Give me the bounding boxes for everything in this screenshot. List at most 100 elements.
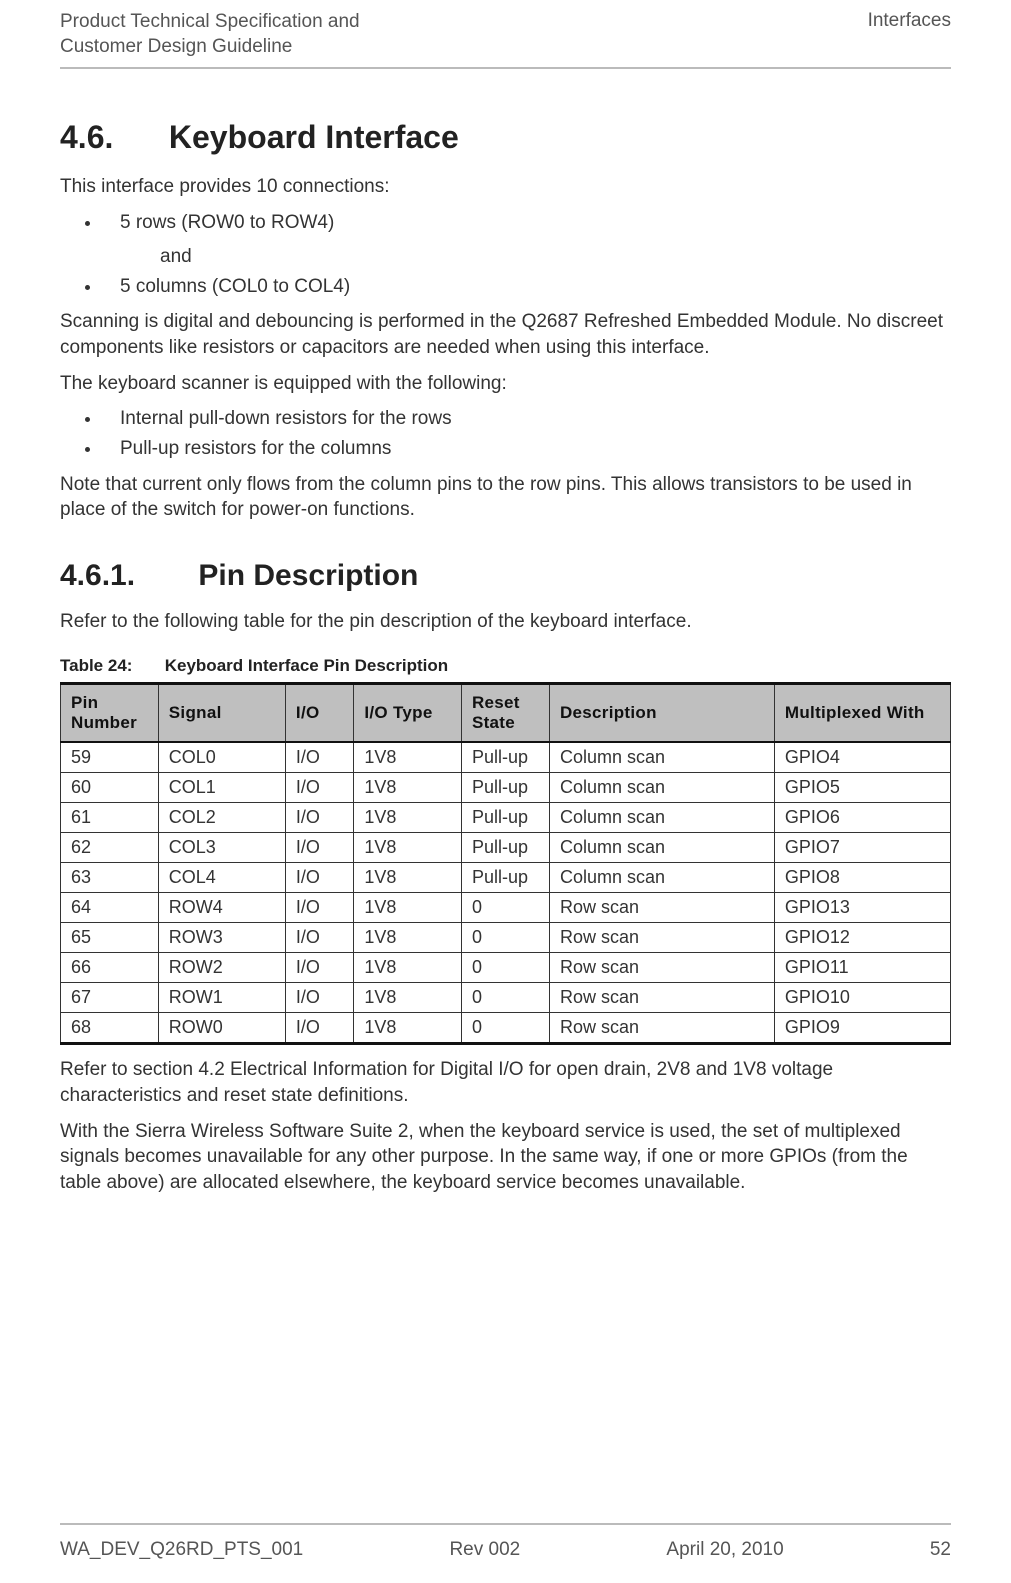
para-scanning: Scanning is digital and debouncing is pe… bbox=[60, 309, 951, 360]
bullet-list-3: Internal pull-down resistors for the row… bbox=[102, 406, 951, 461]
th-iotype: I/O Type bbox=[354, 684, 462, 743]
cell-signal: COL1 bbox=[158, 773, 285, 803]
cell-io: I/O bbox=[285, 1013, 353, 1044]
cell-iotype: 1V8 bbox=[354, 773, 462, 803]
cell-pin: 65 bbox=[61, 923, 159, 953]
and-word: and bbox=[160, 246, 951, 268]
cell-mux: GPIO7 bbox=[774, 833, 950, 863]
cell-mux: GPIO12 bbox=[774, 923, 950, 953]
cell-iotype: 1V8 bbox=[354, 953, 462, 983]
footer-doc-id: WA_DEV_Q26RD_PTS_001 bbox=[60, 1539, 303, 1561]
cell-pin: 68 bbox=[61, 1013, 159, 1044]
th-mux: Multiplexed With bbox=[774, 684, 950, 743]
cell-mux: GPIO11 bbox=[774, 953, 950, 983]
cell-pin: 64 bbox=[61, 893, 159, 923]
cell-iotype: 1V8 bbox=[354, 742, 462, 773]
cell-signal: COL2 bbox=[158, 803, 285, 833]
section-heading-4-6: 4.6. Keyboard Interface bbox=[60, 119, 951, 156]
table-row: 67ROW1I/O1V80Row scanGPIO10 bbox=[61, 983, 951, 1013]
cell-signal: COL4 bbox=[158, 863, 285, 893]
cell-signal: ROW3 bbox=[158, 923, 285, 953]
footer-date: April 20, 2010 bbox=[666, 1539, 783, 1561]
cell-desc: Column scan bbox=[549, 863, 774, 893]
cell-desc: Column scan bbox=[549, 803, 774, 833]
cell-signal: ROW1 bbox=[158, 983, 285, 1013]
table-body: 59COL0I/O1V8Pull-upColumn scanGPIO460COL… bbox=[61, 742, 951, 1044]
cell-io: I/O bbox=[285, 742, 353, 773]
th-io: I/O bbox=[285, 684, 353, 743]
cell-pin: 63 bbox=[61, 863, 159, 893]
cell-signal: ROW2 bbox=[158, 953, 285, 983]
cell-pin: 67 bbox=[61, 983, 159, 1013]
after-table-para1: Refer to section 4.2 Electrical Informat… bbox=[60, 1057, 951, 1108]
table-row: 59COL0I/O1V8Pull-upColumn scanGPIO4 bbox=[61, 742, 951, 773]
cell-desc: Column scan bbox=[549, 742, 774, 773]
cell-reset: 0 bbox=[461, 893, 549, 923]
cell-pin: 60 bbox=[61, 773, 159, 803]
th-pin: Pin Number bbox=[61, 684, 159, 743]
page-header: Product Technical Specification and Cust… bbox=[60, 10, 951, 69]
after-table-para2: With the Sierra Wireless Software Suite … bbox=[60, 1119, 951, 1196]
cell-signal: ROW0 bbox=[158, 1013, 285, 1044]
subsection-intro: Refer to the following table for the pin… bbox=[60, 609, 951, 635]
cell-iotype: 1V8 bbox=[354, 893, 462, 923]
cell-reset: Pull-up bbox=[461, 833, 549, 863]
table-row: 64ROW4I/O1V80Row scanGPIO13 bbox=[61, 893, 951, 923]
cell-reset: 0 bbox=[461, 923, 549, 953]
pin-table: Pin Number Signal I/O I/O Type Reset Sta… bbox=[60, 682, 951, 1045]
table-row: 62COL3I/O1V8Pull-upColumn scanGPIO7 bbox=[61, 833, 951, 863]
intro-text: This interface provides 10 connections: bbox=[60, 174, 951, 200]
cell-io: I/O bbox=[285, 803, 353, 833]
table-row: 68ROW0I/O1V80Row scanGPIO9 bbox=[61, 1013, 951, 1044]
cell-reset: 0 bbox=[461, 1013, 549, 1044]
cell-reset: 0 bbox=[461, 953, 549, 983]
page-footer: WA_DEV_Q26RD_PTS_001 Rev 002 April 20, 2… bbox=[60, 1523, 951, 1561]
cell-pin: 66 bbox=[61, 953, 159, 983]
cell-pin: 59 bbox=[61, 742, 159, 773]
header-right: Interfaces bbox=[868, 10, 951, 59]
cell-desc: Row scan bbox=[549, 953, 774, 983]
header-left-line1: Product Technical Specification and bbox=[60, 11, 360, 32]
cell-desc: Column scan bbox=[549, 773, 774, 803]
subsection-number: 4.6.1. bbox=[60, 559, 190, 593]
table-caption-label: Table 24: bbox=[60, 656, 160, 676]
cell-mux: GPIO10 bbox=[774, 983, 950, 1013]
cell-iotype: 1V8 bbox=[354, 803, 462, 833]
bullet-list-2: 5 columns (COL0 to COL4) bbox=[102, 274, 951, 300]
cell-iotype: 1V8 bbox=[354, 833, 462, 863]
table-header-row: Pin Number Signal I/O I/O Type Reset Sta… bbox=[61, 684, 951, 743]
subsection-title: Pin Description bbox=[198, 559, 418, 592]
header-left-line2: Customer Design Guideline bbox=[60, 36, 292, 57]
cell-desc: Row scan bbox=[549, 923, 774, 953]
cell-io: I/O bbox=[285, 773, 353, 803]
table-row: 61COL2I/O1V8Pull-upColumn scanGPIO6 bbox=[61, 803, 951, 833]
cell-io: I/O bbox=[285, 953, 353, 983]
section-heading-4-6-1: 4.6.1. Pin Description bbox=[60, 559, 951, 593]
table-caption-text: Keyboard Interface Pin Description bbox=[165, 656, 448, 675]
th-desc: Description bbox=[549, 684, 774, 743]
cell-io: I/O bbox=[285, 863, 353, 893]
section-title: Keyboard Interface bbox=[169, 119, 459, 155]
cell-signal: COL0 bbox=[158, 742, 285, 773]
cell-signal: COL3 bbox=[158, 833, 285, 863]
bullet-pullup: Pull-up resistors for the columns bbox=[102, 436, 951, 462]
cell-io: I/O bbox=[285, 893, 353, 923]
cell-signal: ROW4 bbox=[158, 893, 285, 923]
cell-desc: Column scan bbox=[549, 833, 774, 863]
section-number: 4.6. bbox=[60, 119, 160, 156]
cell-reset: Pull-up bbox=[461, 773, 549, 803]
bullet-rows: 5 rows (ROW0 to ROW4) bbox=[102, 210, 951, 236]
cell-pin: 62 bbox=[61, 833, 159, 863]
footer-page: 52 bbox=[930, 1539, 951, 1561]
cell-reset: Pull-up bbox=[461, 863, 549, 893]
table-row: 60COL1I/O1V8Pull-upColumn scanGPIO5 bbox=[61, 773, 951, 803]
cell-pin: 61 bbox=[61, 803, 159, 833]
th-signal: Signal bbox=[158, 684, 285, 743]
cell-mux: GPIO9 bbox=[774, 1013, 950, 1044]
cell-mux: GPIO8 bbox=[774, 863, 950, 893]
cell-io: I/O bbox=[285, 833, 353, 863]
cell-iotype: 1V8 bbox=[354, 1013, 462, 1044]
cell-desc: Row scan bbox=[549, 1013, 774, 1044]
cell-iotype: 1V8 bbox=[354, 863, 462, 893]
cell-reset: Pull-up bbox=[461, 803, 549, 833]
